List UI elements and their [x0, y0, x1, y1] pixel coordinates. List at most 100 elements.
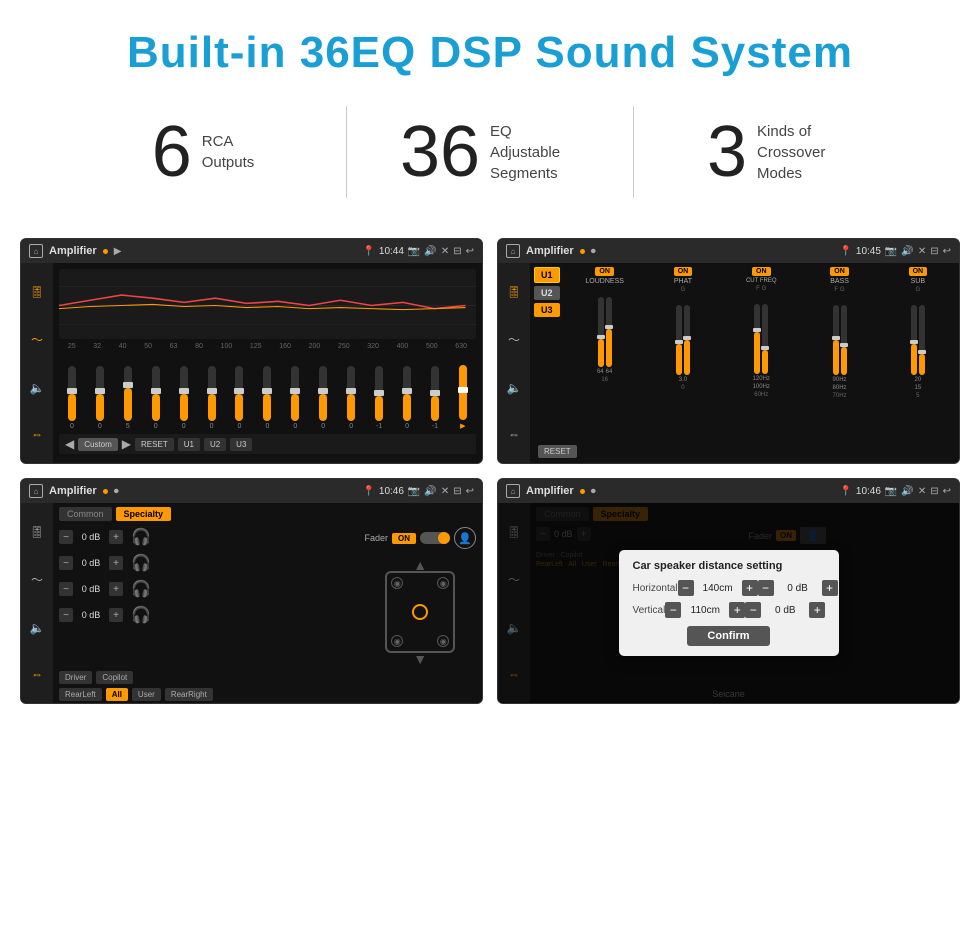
- screen-dialog: ⌂ Amplifier ⏺ 📍 10:46 📷 🔊 ✕ ⊟ ↩ 🎚 〜: [497, 478, 960, 704]
- ch-slider-loudness1[interactable]: [598, 297, 604, 367]
- confirm-btn[interactable]: Confirm: [687, 626, 769, 646]
- vol-minus-1[interactable]: −: [59, 556, 73, 570]
- next-btn[interactable]: ▶: [122, 437, 131, 451]
- wave-icon-2[interactable]: 〜: [508, 331, 520, 348]
- arrows-icon-2[interactable]: ⇔: [508, 427, 520, 441]
- u2-btn[interactable]: U2: [204, 438, 226, 451]
- db-minus-1[interactable]: −: [758, 580, 774, 596]
- tab-common[interactable]: Common: [59, 507, 112, 521]
- ch-slider-bass1[interactable]: [833, 305, 839, 375]
- speaker-tr: ◉: [437, 577, 449, 589]
- db-plus-2[interactable]: +: [809, 602, 825, 618]
- home-icon-3[interactable]: ⌂: [29, 484, 43, 498]
- dialog-horizontal-row: Horizontal − 140cm + − 0 dB +: [633, 580, 825, 596]
- btn-rearleft[interactable]: RearLeft: [59, 688, 102, 701]
- close-icon-4[interactable]: ✕: [918, 486, 926, 497]
- vol-minus-0[interactable]: −: [59, 530, 73, 544]
- close-icon-3[interactable]: ✕: [441, 486, 449, 497]
- btn-user[interactable]: User: [132, 688, 161, 701]
- vol-plus-3[interactable]: +: [109, 608, 123, 622]
- eq-icon[interactable]: 🎚: [29, 285, 44, 299]
- back-icon-3[interactable]: ↩: [466, 486, 474, 497]
- wave-icon-3[interactable]: 〜: [31, 571, 43, 588]
- home-icon-2[interactable]: ⌂: [506, 244, 520, 258]
- ch-slider-sub1[interactable]: [911, 305, 917, 375]
- speaker-icon-2[interactable]: 🔈: [507, 381, 522, 395]
- window-icon[interactable]: ⊟: [453, 246, 461, 257]
- ch-slider-cut2[interactable]: [762, 304, 768, 374]
- ch-slider-phat2[interactable]: [684, 305, 690, 375]
- speaker-bl: ◉: [391, 635, 403, 647]
- ch-sub: ON SUB G: [881, 267, 955, 399]
- speaker-icon[interactable]: 🔈: [30, 381, 45, 395]
- arrows-icon[interactable]: ⇔: [31, 427, 43, 441]
- cross-channels: ON LOUDNESS: [568, 267, 955, 399]
- on-badge-phat[interactable]: ON: [674, 267, 693, 276]
- speaker-icon-3[interactable]: 🔈: [30, 621, 45, 635]
- vol-plus-0[interactable]: +: [109, 530, 123, 544]
- u1-btn-cross[interactable]: U1: [534, 267, 560, 283]
- fader-toggle[interactable]: [420, 532, 450, 544]
- horizontal-control: − 140cm +: [678, 580, 758, 596]
- custom-btn[interactable]: Custom: [78, 438, 118, 451]
- confirm-row: Confirm: [633, 626, 825, 646]
- db-val-2: 0 dB: [765, 605, 805, 616]
- btn-all[interactable]: All: [106, 688, 128, 701]
- window-icon-2[interactable]: ⊟: [930, 246, 938, 257]
- ch-slider-sub2[interactable]: [919, 305, 925, 375]
- u2-btn-cross[interactable]: U2: [534, 286, 560, 300]
- vol-minus-2[interactable]: −: [59, 582, 73, 596]
- close-icon[interactable]: ✕: [441, 246, 449, 257]
- volume-icon-3: 🔊: [424, 486, 436, 497]
- speaker-tl: ◉: [391, 577, 403, 589]
- btn-rearright[interactable]: RearRight: [165, 688, 213, 701]
- vol-plus-1[interactable]: +: [109, 556, 123, 570]
- on-badge-cutfreq[interactable]: ON: [752, 267, 771, 276]
- dialog-box: Car speaker distance setting Horizontal …: [619, 550, 839, 656]
- window-icon-3[interactable]: ⊟: [453, 486, 461, 497]
- back-icon-2[interactable]: ↩: [943, 246, 951, 257]
- vertical-control: − 110cm +: [665, 602, 745, 618]
- db-plus-1[interactable]: +: [822, 580, 838, 596]
- home-icon-4[interactable]: ⌂: [506, 484, 520, 498]
- arrows-icon-3[interactable]: ⇔: [31, 667, 43, 681]
- home-icon[interactable]: ⌂: [29, 244, 43, 258]
- vertical-minus[interactable]: −: [665, 602, 681, 618]
- tab-specialty[interactable]: Specialty: [116, 507, 172, 521]
- reset-btn[interactable]: RESET: [135, 438, 174, 451]
- vol-plus-2[interactable]: +: [109, 582, 123, 596]
- eq-slider-10: 0: [347, 366, 355, 430]
- stat-number-rca: 6: [152, 116, 192, 188]
- vol-minus-3[interactable]: −: [59, 608, 73, 622]
- u3-btn-cross[interactable]: U3: [534, 303, 560, 317]
- on-badge-sub[interactable]: ON: [909, 267, 928, 276]
- ch-slider-bass2[interactable]: [841, 305, 847, 375]
- eq-icon-3[interactable]: 🎚: [29, 525, 44, 539]
- window-icon-4[interactable]: ⊟: [930, 486, 938, 497]
- u3-btn[interactable]: U3: [230, 438, 252, 451]
- ch-slider-phat1[interactable]: [676, 305, 682, 375]
- eq-icon-2[interactable]: 🎚: [506, 285, 521, 299]
- cross-main: U1 U2 U3 ON LOUDNESS: [530, 263, 959, 463]
- on-badge-bass[interactable]: ON: [830, 267, 849, 276]
- on-badge-loudness[interactable]: ON: [595, 267, 614, 276]
- app-label-dialog: Amplifier: [526, 485, 574, 497]
- reset-btn-cross[interactable]: RESET: [538, 445, 577, 458]
- screenshots-grid: ⌂ Amplifier ▶ 📍 10:44 📷 🔊 ✕ ⊟ ↩ 🎚 〜 🔈 ⇔: [0, 228, 980, 734]
- fader-on-btn[interactable]: ON: [392, 533, 416, 544]
- ch-slider-loudness2[interactable]: [606, 297, 612, 367]
- vertical-plus[interactable]: +: [729, 602, 745, 618]
- ch-slider-cut1[interactable]: [754, 304, 760, 374]
- horizontal-plus[interactable]: +: [742, 580, 758, 596]
- close-icon-2[interactable]: ✕: [918, 246, 926, 257]
- profile-icon[interactable]: 👤: [454, 527, 476, 549]
- u1-btn[interactable]: U1: [178, 438, 200, 451]
- btn-driver[interactable]: Driver: [59, 671, 92, 684]
- back-icon[interactable]: ↩: [466, 246, 474, 257]
- db-minus-2[interactable]: −: [745, 602, 761, 618]
- wave-icon[interactable]: 〜: [31, 331, 43, 348]
- btn-copilot[interactable]: Copilot: [96, 671, 133, 684]
- back-icon-4[interactable]: ↩: [943, 486, 951, 497]
- horizontal-minus[interactable]: −: [678, 580, 694, 596]
- prev-btn[interactable]: ◀: [65, 437, 74, 451]
